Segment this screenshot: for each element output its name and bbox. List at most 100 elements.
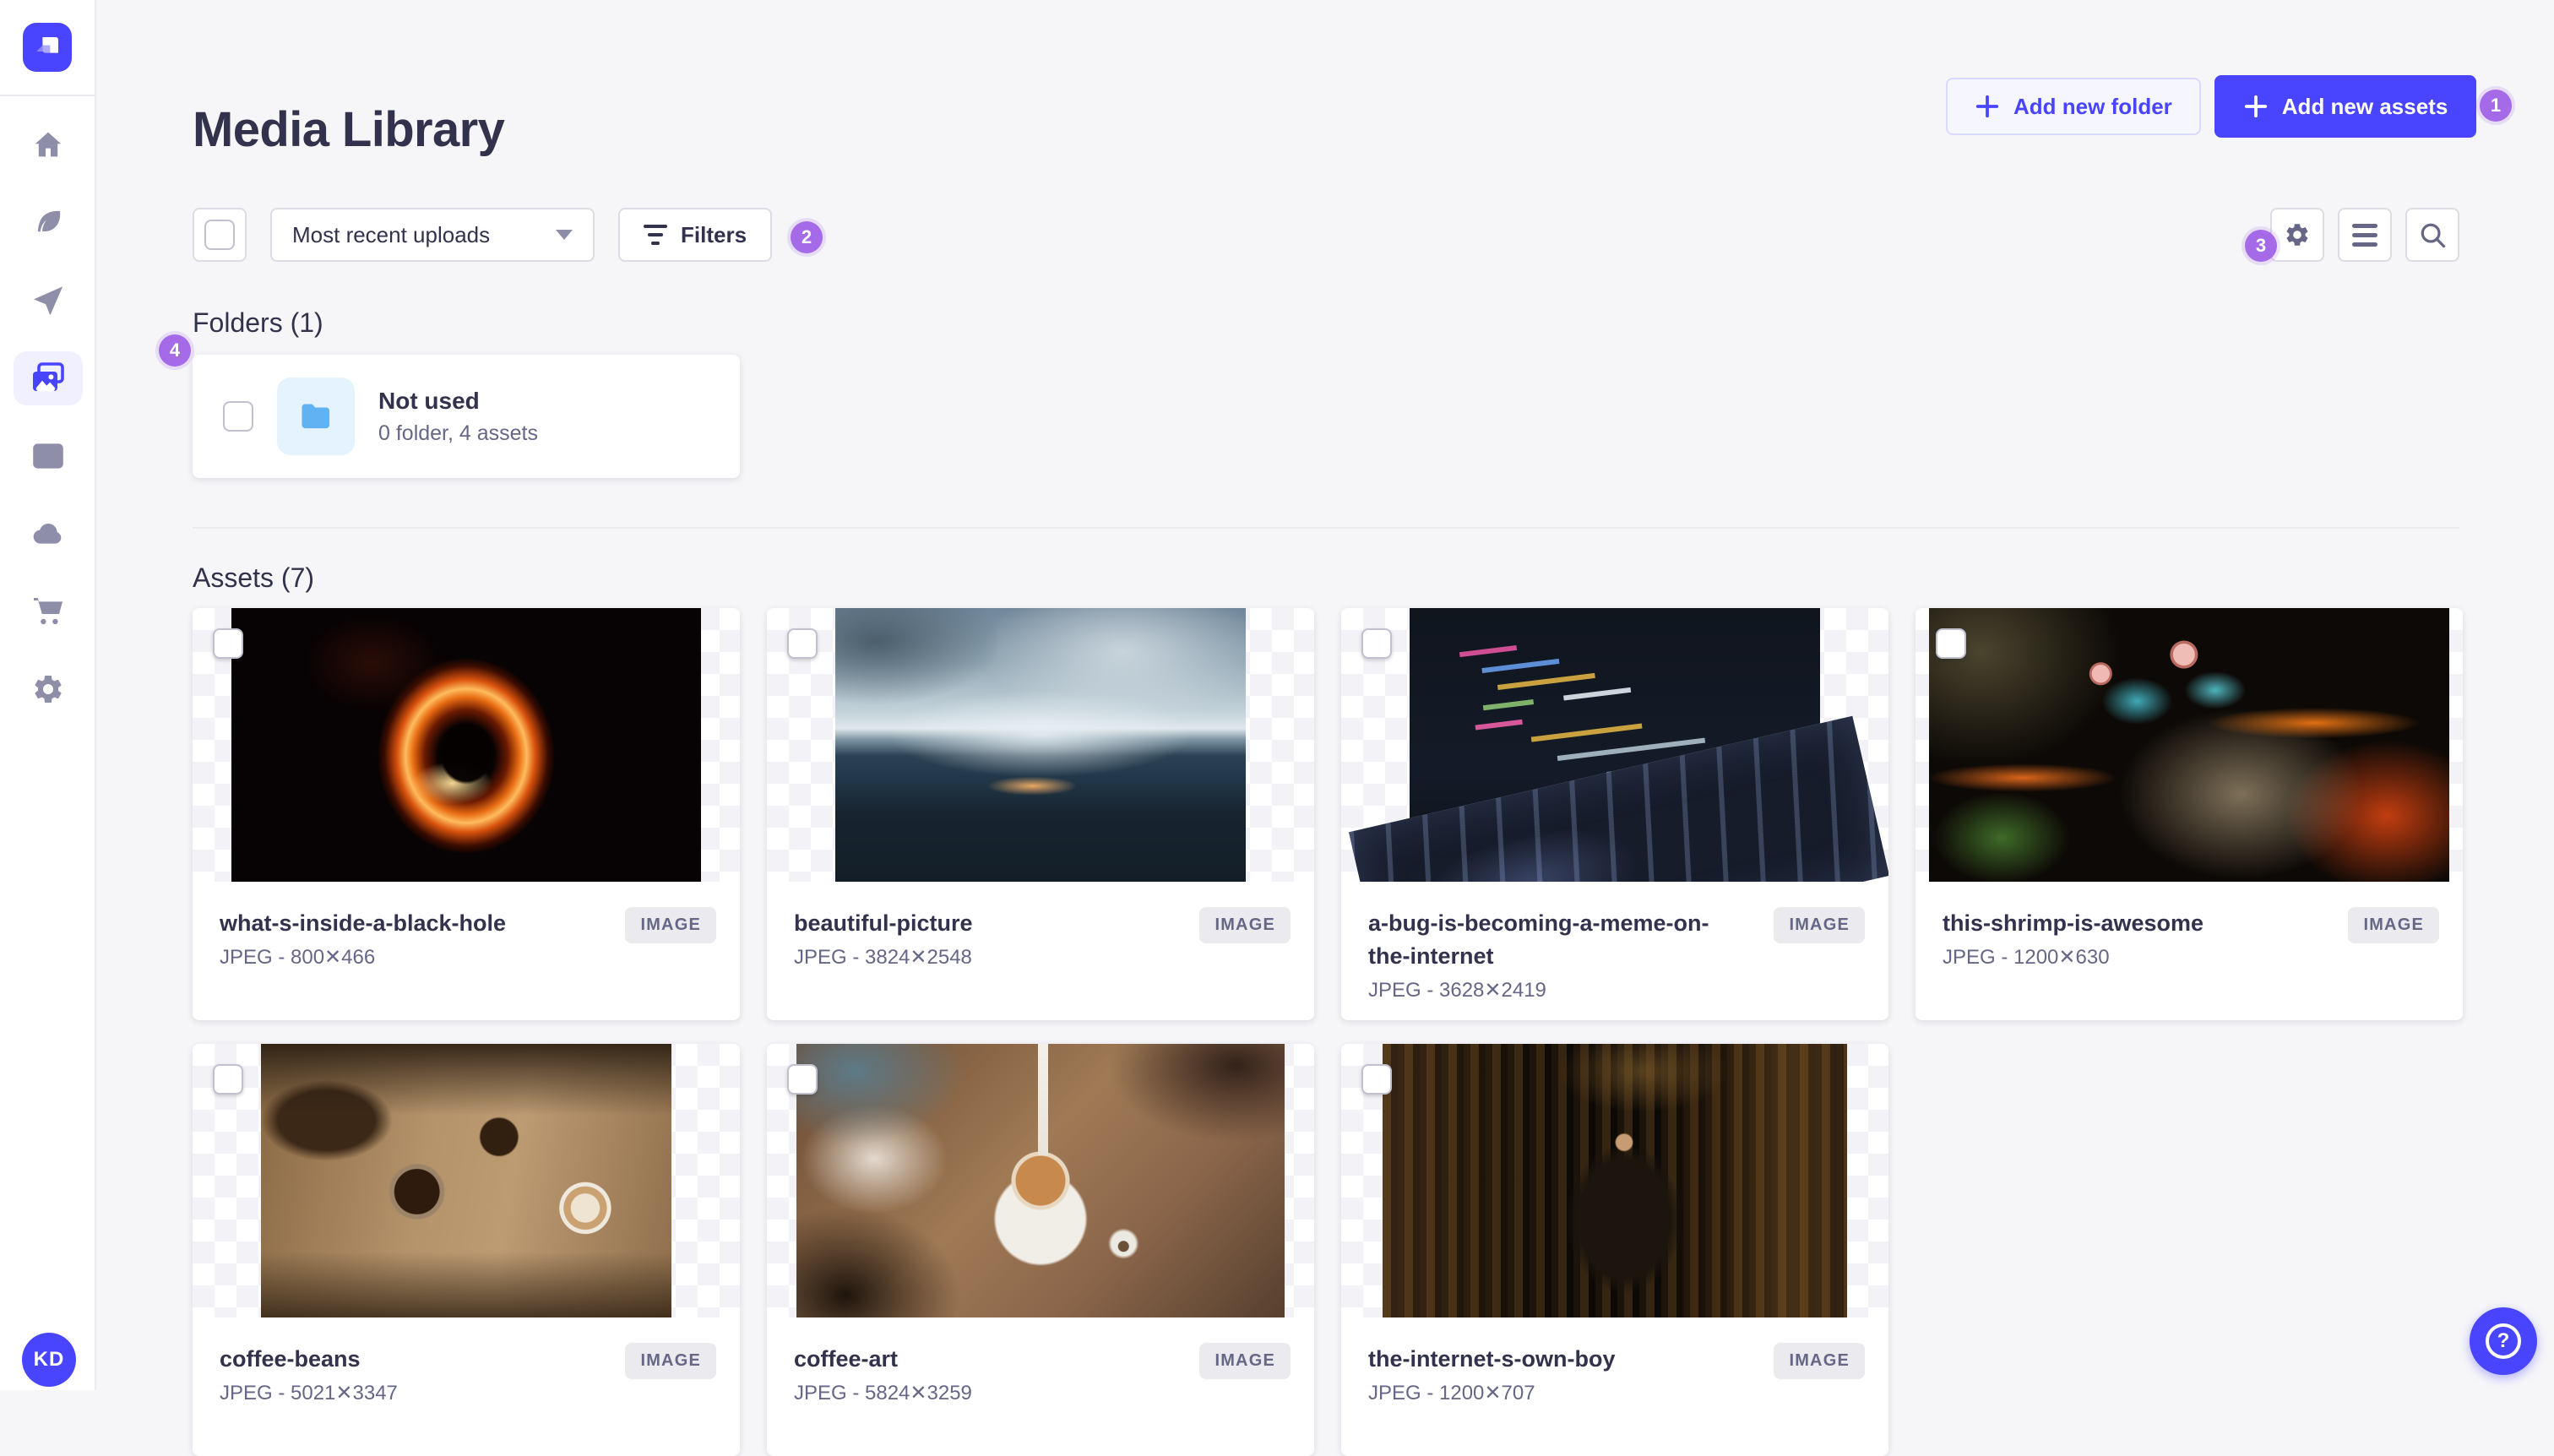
search-button[interactable] <box>2405 208 2459 262</box>
strapi-logo-button[interactable] <box>23 23 72 72</box>
folder-info: Not used 0 folder, 4 assets <box>378 388 538 446</box>
filters-button[interactable]: Filters <box>618 208 773 262</box>
asset-meta: JPEG - 3824✕2548 <box>794 946 972 970</box>
add-new-folder-button[interactable]: Add new folder <box>1946 78 2201 135</box>
plus-icon <box>2244 95 2267 118</box>
asset-image <box>1929 608 2449 882</box>
sidebar-nav <box>0 118 96 716</box>
folders-heading: Folders (1) <box>193 307 323 338</box>
asset-meta: JPEG - 5824✕3259 <box>794 1382 972 1405</box>
select-all-button[interactable] <box>193 208 247 262</box>
tour-badge-settings[interactable]: 3 <box>2245 230 2277 262</box>
asset-type-badge: IMAGE <box>1199 1343 1291 1379</box>
cart-icon <box>34 598 62 625</box>
chevron-down-icon <box>556 230 573 240</box>
asset-card[interactable]: what-s-inside-a-black-hole JPEG - 800✕46… <box>193 608 740 1020</box>
filter-icon <box>644 225 667 245</box>
asset-info: beautiful-picture JPEG - 3824✕2548 IMAGE <box>767 882 1314 970</box>
folder-checkbox[interactable] <box>223 401 253 432</box>
asset-checkbox[interactable] <box>213 628 243 659</box>
page-title: Media Library <box>193 102 505 157</box>
question-mark-icon: ? <box>2486 1323 2521 1359</box>
layout-icon <box>33 443 63 469</box>
tour-badge-add-assets[interactable]: 1 <box>2480 90 2512 122</box>
asset-card[interactable]: a-bug-is-becoming-a-meme-on-the-internet… <box>1341 608 1888 1020</box>
asset-image <box>261 1044 671 1317</box>
cloud-icon <box>33 524 62 544</box>
asset-meta: JPEG - 1200✕707 <box>1368 1382 1535 1405</box>
asset-thumbnail <box>767 608 1314 882</box>
asset-meta: JPEG - 3628✕2419 <box>1368 979 1546 1002</box>
sort-dropdown[interactable]: Most recent uploads <box>270 208 595 262</box>
add-new-folder-label: Add new folder <box>2013 93 2172 119</box>
folder-name: Not used <box>378 387 480 414</box>
asset-image <box>231 608 701 882</box>
select-all-checkbox[interactable] <box>204 220 235 250</box>
asset-name: the-internet-s-own-boy <box>1368 1346 1616 1372</box>
strapi-logo-icon <box>36 37 58 53</box>
home-icon <box>35 132 62 157</box>
asset-card[interactable]: beautiful-picture JPEG - 3824✕2548 IMAGE <box>767 608 1314 1020</box>
sidebar-item-deploy-cloud[interactable] <box>14 507 83 561</box>
sidebar-item-marketplace[interactable] <box>14 584 83 638</box>
asset-checkbox[interactable] <box>1361 628 1392 659</box>
header-actions: Add new folder Add new assets <box>1946 74 2477 139</box>
grid-settings-button[interactable] <box>2270 208 2324 262</box>
asset-image <box>1410 608 1820 882</box>
asset-meta: JPEG - 1200✕630 <box>1943 946 2110 970</box>
asset-checkbox[interactable] <box>787 628 818 659</box>
asset-type-badge: IMAGE <box>1199 907 1291 943</box>
asset-name: this-shrimp-is-awesome <box>1943 910 2204 936</box>
asset-thumbnail <box>1341 1044 1888 1317</box>
add-new-assets-button[interactable]: Add new assets <box>2214 75 2477 138</box>
asset-name: beautiful-picture <box>794 910 973 936</box>
asset-meta: JPEG - 5021✕3347 <box>220 1382 398 1405</box>
asset-name: what-s-inside-a-black-hole <box>220 910 507 936</box>
gear-icon <box>35 675 62 703</box>
list-view-button[interactable] <box>2338 208 2392 262</box>
asset-image <box>796 1044 1285 1317</box>
asset-type-badge: IMAGE <box>625 1343 716 1379</box>
asset-meta: JPEG - 800✕466 <box>220 946 376 970</box>
asset-checkbox[interactable] <box>213 1064 243 1095</box>
asset-type-badge: IMAGE <box>625 907 716 943</box>
sidebar-item-home[interactable] <box>14 118 83 172</box>
tour-badge-filters[interactable]: 2 <box>791 221 823 253</box>
asset-card[interactable]: the-internet-s-own-boy JPEG - 1200✕707 I… <box>1341 1044 1888 1456</box>
user-avatar[interactable]: KD <box>22 1333 76 1387</box>
plus-icon <box>1975 95 1999 118</box>
folder-card[interactable]: Not used 0 folder, 4 assets <box>193 355 740 478</box>
sidebar-item-content-type-builder[interactable] <box>14 196 83 250</box>
sidebar: KD <box>0 0 96 1390</box>
help-button[interactable]: ? <box>2470 1307 2537 1375</box>
paper-plane-icon <box>34 286 63 316</box>
asset-image <box>835 608 1246 882</box>
add-new-assets-label: Add new assets <box>2281 93 2448 119</box>
asset-name: a-bug-is-becoming-a-meme-on-the-internet <box>1368 910 1709 970</box>
sidebar-item-content-manager[interactable] <box>14 429 83 483</box>
asset-info: what-s-inside-a-black-hole JPEG - 800✕46… <box>193 882 740 970</box>
asset-checkbox[interactable] <box>1936 628 1966 659</box>
sidebar-item-media-library[interactable] <box>14 351 83 405</box>
asset-info: a-bug-is-becoming-a-meme-on-the-internet… <box>1341 882 1888 1002</box>
question-mark-glyph: ? <box>2497 1329 2510 1352</box>
sidebar-item-settings[interactable] <box>14 662 83 716</box>
asset-thumbnail <box>193 1044 740 1317</box>
asset-card[interactable]: coffee-art JPEG - 5824✕3259 IMAGE <box>767 1044 1314 1456</box>
asset-thumbnail <box>193 608 740 882</box>
asset-checkbox[interactable] <box>1361 1064 1392 1095</box>
sidebar-logo-section <box>0 0 95 96</box>
tour-badge-folders[interactable]: 4 <box>159 334 191 367</box>
asset-info: this-shrimp-is-awesome JPEG - 1200✕630 I… <box>1916 882 2463 970</box>
assets-grid: what-s-inside-a-black-hole JPEG - 800✕46… <box>193 608 2463 1456</box>
folder-meta: 0 folder, 4 assets <box>378 421 539 445</box>
asset-thumbnail <box>767 1044 1314 1317</box>
asset-type-badge: IMAGE <box>1774 907 1865 943</box>
sort-dropdown-value: Most recent uploads <box>292 221 491 247</box>
view-options <box>2270 208 2459 262</box>
asset-card[interactable]: coffee-beans JPEG - 5021✕3347 IMAGE <box>193 1044 740 1456</box>
asset-checkbox[interactable] <box>787 1064 818 1095</box>
asset-card[interactable]: this-shrimp-is-awesome JPEG - 1200✕630 I… <box>1916 608 2463 1020</box>
sidebar-item-releases[interactable] <box>14 274 83 328</box>
toolbar: Most recent uploads Filters <box>193 208 2459 262</box>
